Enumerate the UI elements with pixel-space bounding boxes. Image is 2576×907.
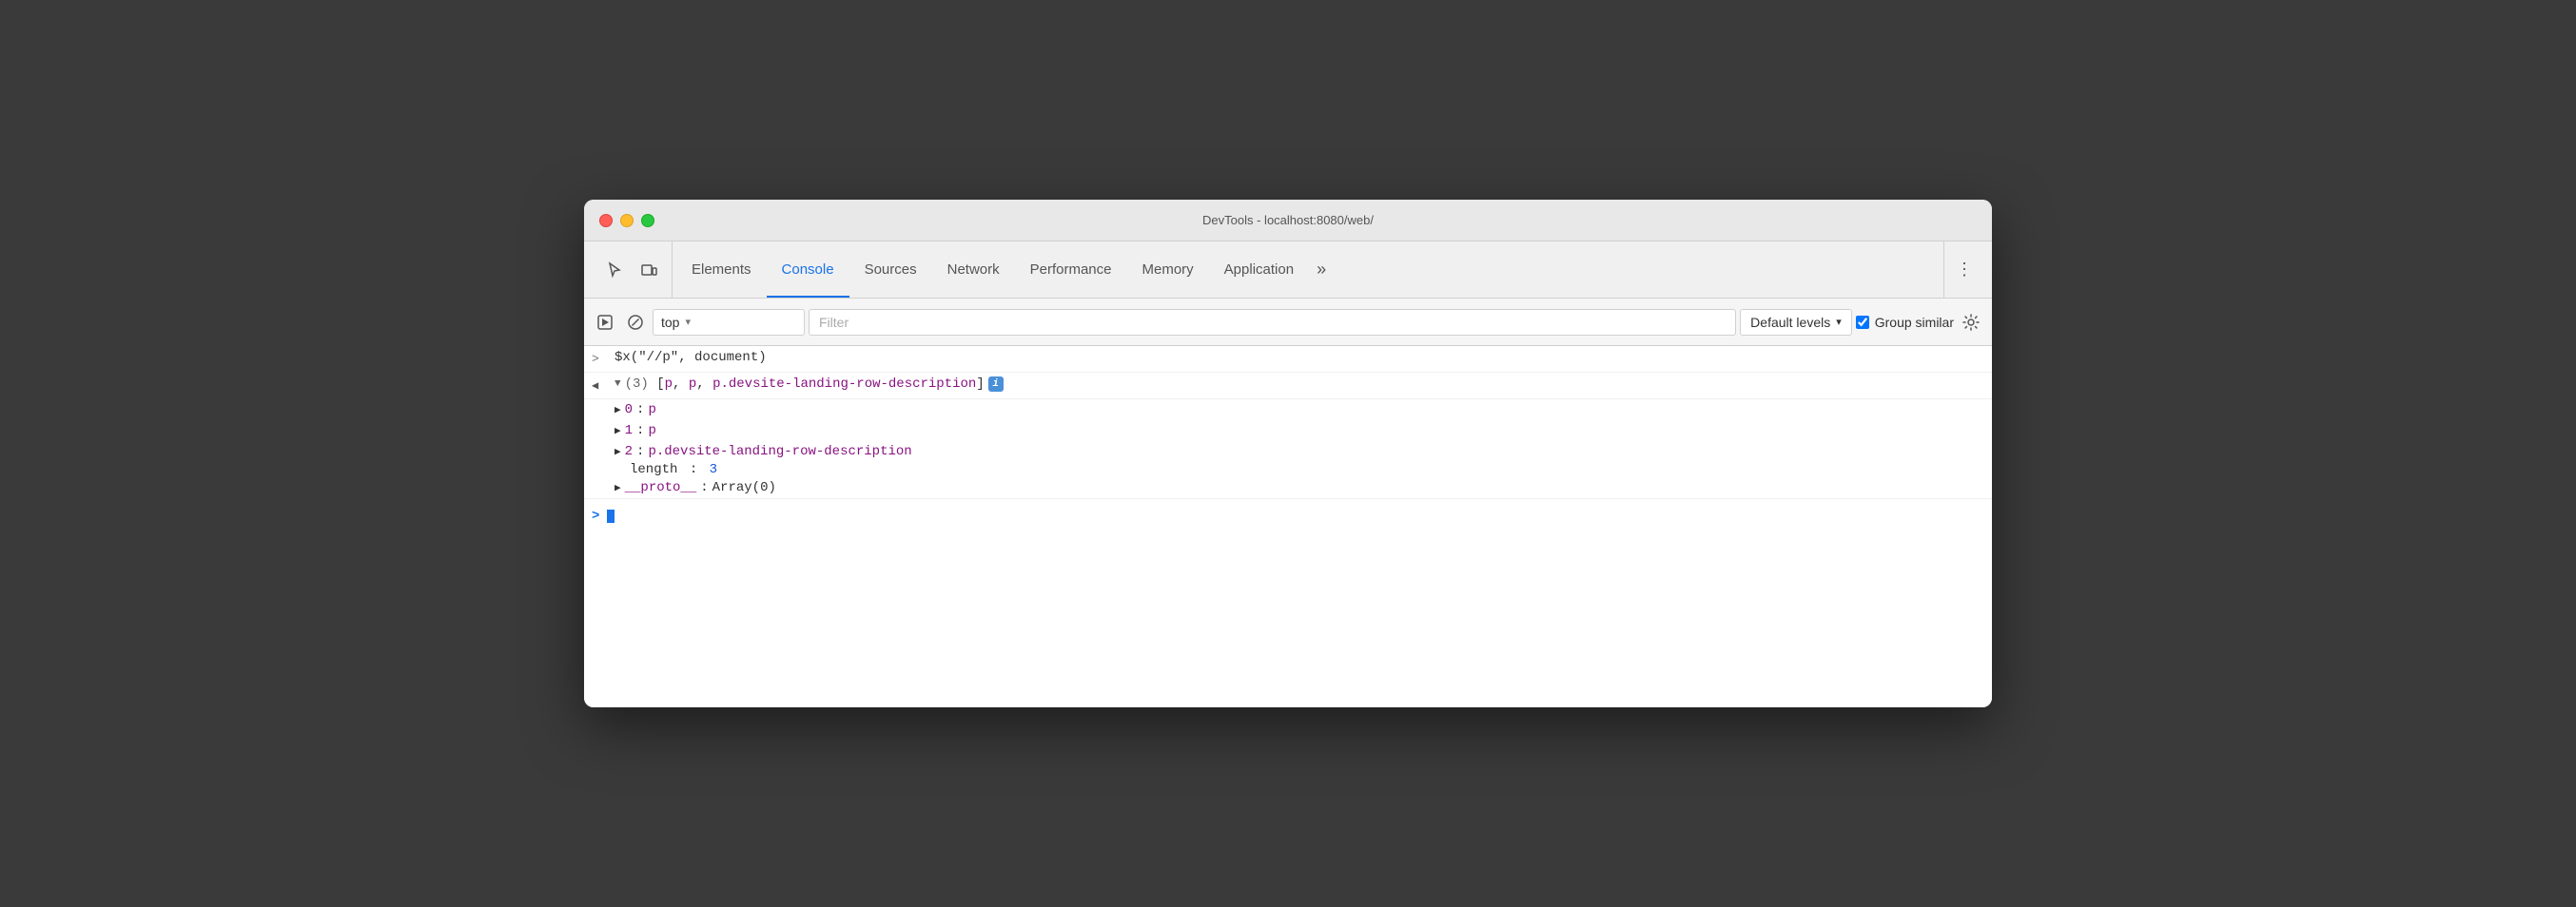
console-output: > $x("//p", document) ◀ ▼ (3) [ p , p , … [584, 346, 1992, 707]
tab-overflow-button[interactable]: » [1309, 241, 1334, 298]
console-input-prompt: > [592, 509, 599, 524]
result-tag-1: p [689, 376, 696, 392]
levels-arrow: ▾ [1836, 316, 1842, 328]
tree-item-2: ▶ 2 : p.devsite-landing-row-description [584, 441, 1992, 462]
expand-arrow[interactable]: ▼ [615, 378, 621, 390]
tab-sources[interactable]: Sources [849, 241, 932, 298]
tree-item-1-value: p [648, 423, 655, 438]
console-play-button[interactable] [592, 309, 618, 336]
result-back-arrow: ◀ [592, 376, 607, 393]
tab-bar: Elements Console Sources Network Perform… [584, 241, 1992, 299]
console-toolbar: top ▾ Default levels ▾ Group similar [584, 299, 1992, 346]
tree-item-2-value: p.devsite-landing-row-description [648, 444, 911, 459]
levels-button[interactable]: Default levels ▾ [1740, 309, 1852, 336]
context-selector[interactable]: top ▾ [653, 309, 805, 336]
group-similar-checkbox[interactable] [1856, 316, 1869, 329]
length-key: length [630, 462, 677, 477]
filter-input[interactable] [809, 309, 1736, 336]
title-bar: DevTools - localhost:8080/web/ [584, 200, 1992, 241]
input-prompt: > [592, 350, 607, 366]
clear-console-button[interactable] [622, 309, 649, 336]
length-value: 3 [710, 462, 717, 477]
tree-item-1-arrow[interactable]: ▶ [615, 424, 621, 437]
console-input-text: $x("//p", document) [615, 350, 767, 365]
proto-value: Array(0) [712, 480, 776, 495]
tab-performance[interactable]: Performance [1015, 241, 1127, 298]
console-result-entry: ◀ ▼ (3) [ p , p , p.devsite-landing-row-… [584, 373, 1992, 399]
console-input-entry: > $x("//p", document) [584, 346, 1992, 373]
tree-item-0-value: p [648, 402, 655, 417]
tree-item-0-arrow[interactable]: ▶ [615, 403, 621, 416]
result-bracket-open: [ [656, 376, 664, 392]
maximize-button[interactable] [641, 214, 654, 227]
result-tag-2: p.devsite-landing-row-description [712, 376, 976, 392]
close-button[interactable] [599, 214, 613, 227]
tree-item-2-key: 2 [625, 444, 633, 459]
devtools-window: DevTools - localhost:8080/web/ Elements … [584, 200, 1992, 707]
result-count: (3) [625, 376, 657, 392]
traffic-lights [599, 214, 654, 227]
group-similar-checkbox-group[interactable]: Group similar [1856, 315, 1954, 330]
cursor-icon-button[interactable] [599, 255, 630, 285]
tree-item-proto: ▶ __proto__ : Array(0) [584, 477, 1992, 498]
context-selector-arrow: ▾ [685, 316, 691, 328]
device-toolbar-button[interactable] [634, 255, 664, 285]
tab-network[interactable]: Network [932, 241, 1015, 298]
tab-bar-icons [592, 241, 673, 298]
result-tag-0: p [665, 376, 673, 392]
group-similar-label: Group similar [1875, 315, 1954, 330]
minimize-button[interactable] [620, 214, 634, 227]
console-input-area: > [584, 498, 1992, 532]
length-line: length : 3 [584, 462, 1992, 477]
tab-more-button[interactable]: ⋮ [1943, 241, 1984, 298]
tab-elements[interactable]: Elements [676, 241, 767, 298]
tree-item-1: ▶ 1 : p [584, 420, 1992, 441]
window-title: DevTools - localhost:8080/web/ [1202, 213, 1374, 227]
settings-button[interactable] [1958, 309, 1984, 336]
proto-key: __proto__ [625, 480, 697, 495]
info-icon[interactable]: i [988, 376, 1004, 392]
tree-item-1-key: 1 [625, 423, 633, 438]
tree-item-0-key: 0 [625, 402, 633, 417]
tab-console[interactable]: Console [767, 241, 849, 298]
result-bracket-close: ] [976, 376, 984, 392]
tree-item-0: ▶ 0 : p [584, 399, 1992, 420]
tree-item-2-arrow[interactable]: ▶ [615, 445, 621, 458]
tab-application[interactable]: Application [1209, 241, 1309, 298]
cursor [607, 510, 615, 523]
tab-memory[interactable]: Memory [1127, 241, 1209, 298]
tree-proto-arrow[interactable]: ▶ [615, 481, 621, 494]
